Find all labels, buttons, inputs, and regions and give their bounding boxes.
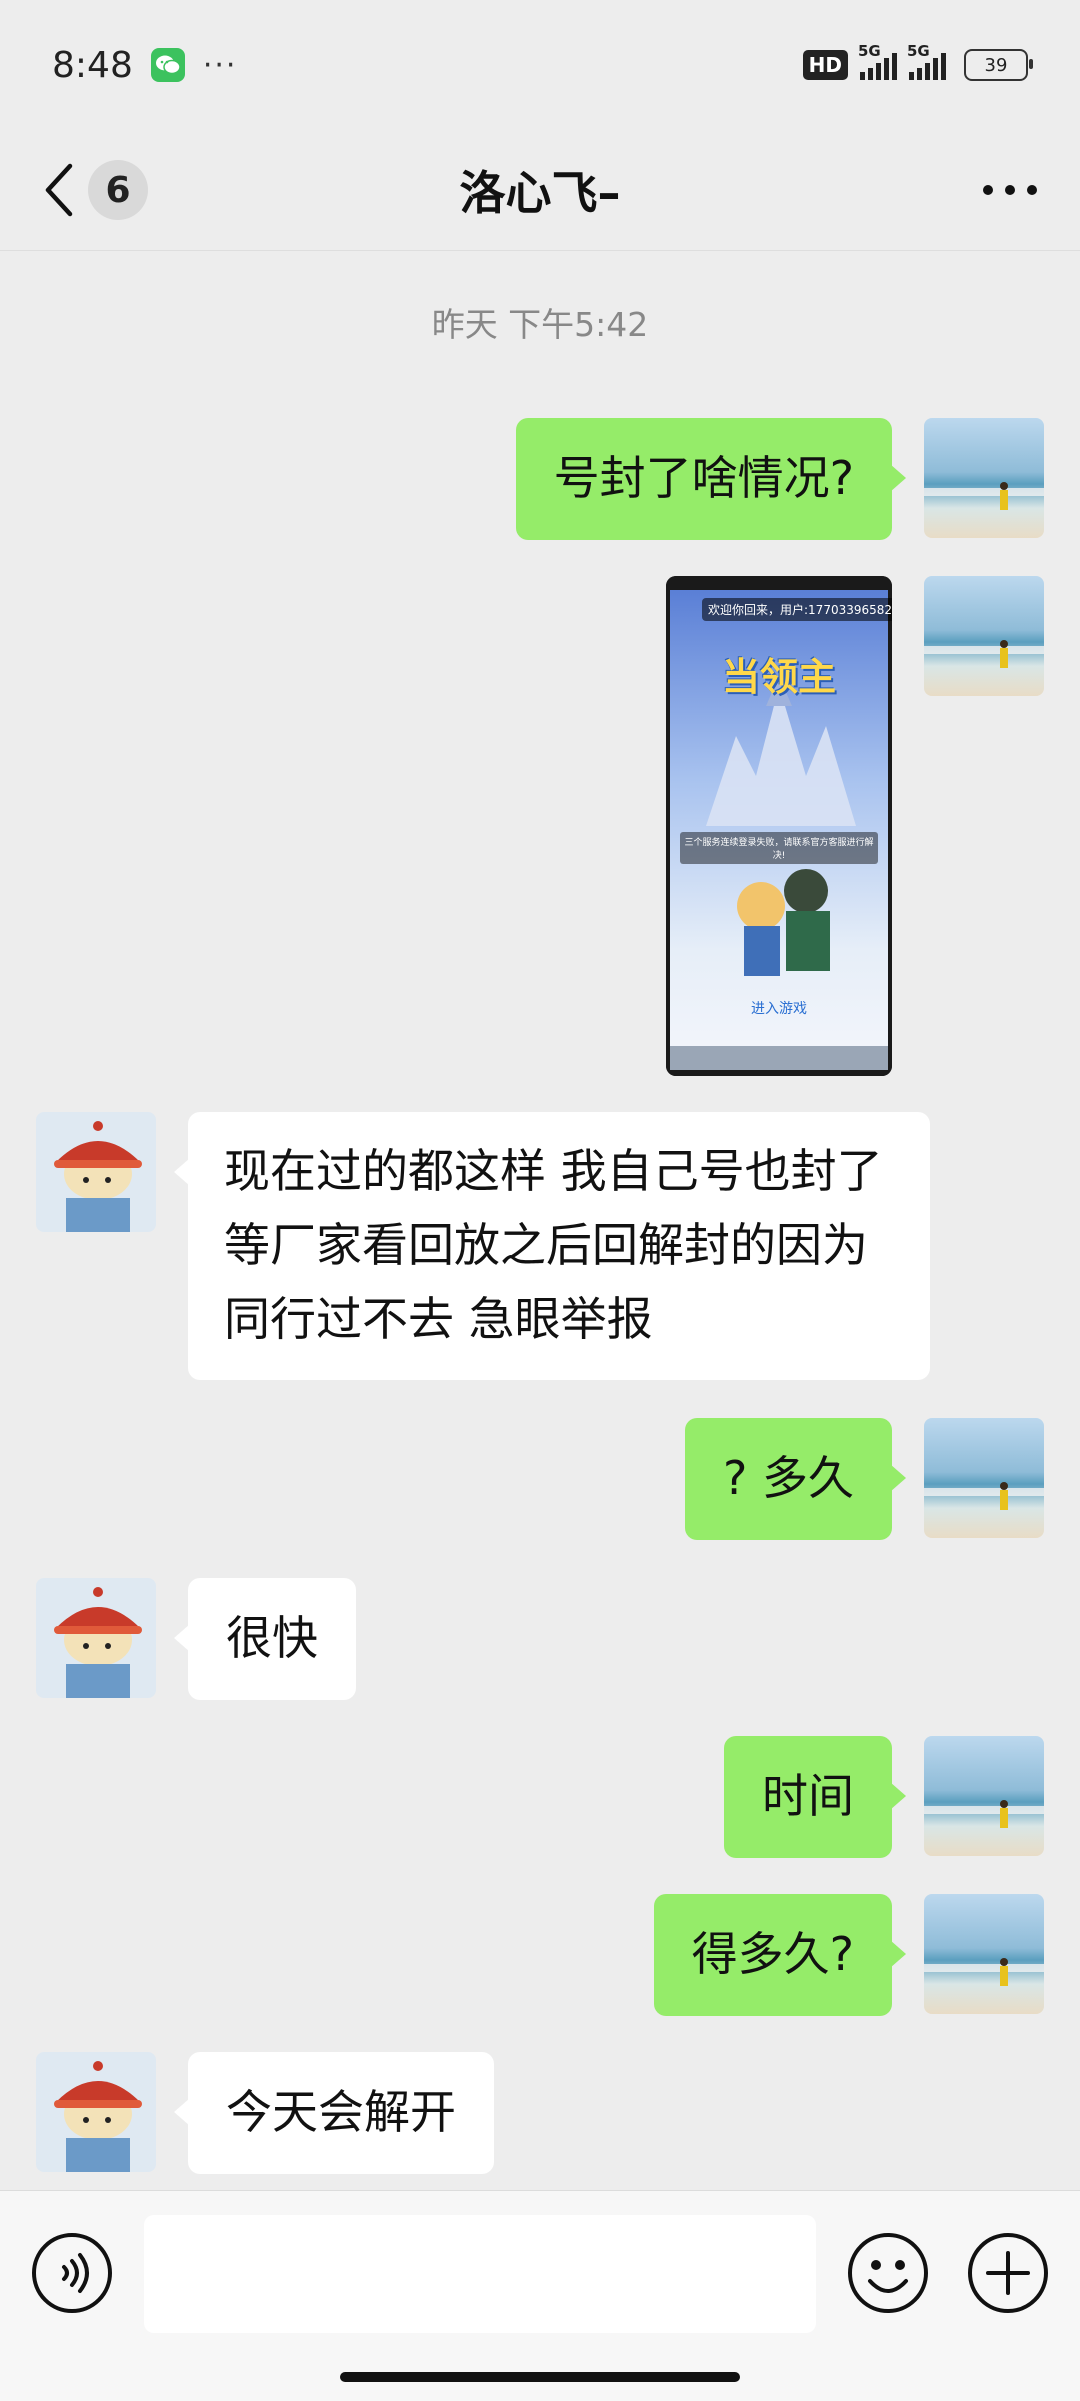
beach-photo-icon [924,1418,1044,1538]
beach-photo-icon [924,418,1044,538]
beach-photo-icon [924,1736,1044,1856]
status-bar: 8:48 ··· HD 5G 5G 39 [0,0,1080,130]
message-bubble-other[interactable]: 现在过的都这样 我自己号也封了 等厂家看回放之后回解封的因为同行过不去 急眼举报 [174,1112,930,1380]
wechat-notification-icon [150,48,185,82]
image-message[interactable]: 欢迎你回来，用户:17703396582 当领主 三个服务连续登录失败，请联系官… [666,576,892,1076]
voice-button[interactable] [30,2231,114,2315]
message-bubble-self[interactable]: 号封了啥情况? [515,418,907,540]
message-bubble-other[interactable]: 今天会解开 [174,2052,494,2174]
status-time: 8:48 [52,44,133,86]
home-indicator[interactable] [340,2372,740,2382]
chat-timestamp: 昨天 下午5:42 [431,305,649,344]
status-right: HD 5G 5G 39 [802,42,1033,81]
more-dots-icon [983,185,1037,195]
self-avatar[interactable] [924,1418,1044,1538]
self-avatar[interactable] [924,576,1044,696]
other-avatar[interactable] [36,2052,156,2172]
self-avatar[interactable] [924,418,1044,538]
battery-icon: 39 [964,49,1033,81]
plus-icon [968,2233,1048,2313]
input-bar [0,2190,1080,2401]
cartoon-official-avatar-icon [36,1112,156,1232]
more-functions-button[interactable] [966,2231,1050,2315]
status-left: 8:48 ··· [52,45,237,86]
cartoon-official-avatar-icon [36,2052,156,2172]
chat-title: 洛心飞– [459,166,621,220]
network-label-1: 5G [858,42,881,60]
status-more-icon: ··· [202,47,238,83]
chevron-left-icon [45,163,73,217]
beach-photo-icon [924,576,1044,696]
voice-icon [32,2233,112,2313]
chat-header: 6 洛心飞– [0,130,1080,251]
message-input[interactable] [144,2215,816,2333]
message-bubble-self[interactable]: 得多久? [653,1894,907,2016]
message-bubble-other[interactable]: 很快 [174,1578,356,1700]
game-enter-text: 进入游戏 [751,1001,807,1017]
game-logo-text: 当领主 [721,655,836,699]
self-avatar[interactable] [924,1894,1044,2014]
emoji-icon [848,2233,928,2313]
message-bubble-self[interactable]: ? 多久 [684,1418,907,1540]
self-avatar[interactable] [924,1736,1044,1856]
signal-icon-2: 5G [907,42,946,80]
other-avatar[interactable] [36,1578,156,1698]
more-options-button[interactable] [980,162,1040,218]
signal-icon-1: 5G [858,42,897,80]
other-avatar[interactable] [36,1112,156,1232]
cartoon-official-avatar-icon [36,1578,156,1698]
message-bubble-self[interactable]: 时间 [724,1736,906,1858]
back-button[interactable]: 6 [44,154,148,226]
hd-badge: HD [802,50,848,80]
game-notice-text: 三个服务连续登录失败，请联系官方客服进行解决! [680,832,878,864]
game-welcome-text: 欢迎你回来，用户:17703396582 [702,598,892,621]
unread-count-badge: 6 [88,160,148,220]
emoji-button[interactable] [846,2231,930,2315]
network-label-2: 5G [907,42,930,60]
beach-photo-icon [924,1894,1044,2014]
